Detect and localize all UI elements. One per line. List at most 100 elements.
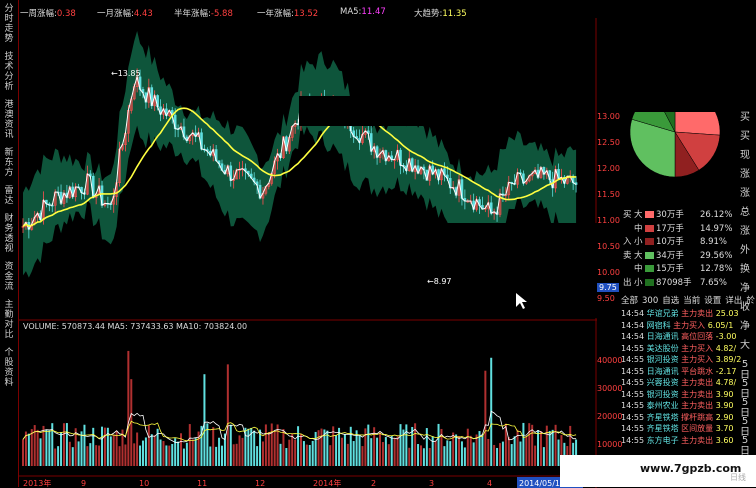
side-strip-label: 涨 (740, 188, 750, 199)
flow-row: 入小 10万手 8.91% (623, 237, 728, 247)
left-tab-6[interactable]: 资金流 (2, 262, 16, 292)
volume-bar (194, 438, 197, 466)
volume-bar (399, 424, 402, 466)
volume-bar (326, 430, 329, 466)
left-tab-1[interactable]: 技术分析 (2, 52, 16, 92)
volume-bar (212, 427, 215, 466)
kline-chart[interactable]: ←13.85 ←8.97 VOLUME: 570873.44 MA5: 737433… (19, 18, 597, 488)
volume-bar (297, 426, 300, 466)
left-tab-8[interactable]: 个股资料 (2, 348, 16, 388)
volume-bar (256, 446, 259, 466)
left-tab-2[interactable]: 港澳资讯 (2, 100, 16, 140)
price-axis-tick: 11.50 (597, 190, 620, 199)
volume-bar (165, 445, 168, 466)
volume-bar (487, 438, 490, 466)
left-tab-3[interactable]: 新东方 (2, 148, 16, 178)
volume-bar (65, 423, 68, 466)
tick-row[interactable]: 14:55 东方电子 主力卖出 3.60 (621, 435, 734, 446)
volume-bar (405, 424, 408, 466)
left-tab-bar: 分时走势技术分析港澳资讯新东方雷达财务透视资金流主勤对比个股资料 (0, 0, 19, 487)
tick-row[interactable]: 14:54 网宿科 主力买入 6.05/1 (621, 320, 733, 331)
tick-toolbar[interactable]: 全部 300 自选 当前 设置 详出於 (621, 294, 756, 306)
volume-axis-tick: 30000 (597, 384, 623, 393)
mask-block (479, 263, 597, 318)
volume-axis-tick: 40000 (597, 356, 623, 365)
volume-bar (460, 441, 463, 466)
volume-bar (118, 446, 121, 466)
tick-row[interactable]: 14:55 兴蓉投资 主力卖出 4.78/ (621, 377, 736, 388)
volume-bar (510, 444, 513, 466)
tick-row[interactable]: 14:54 华谊兄弟 主力卖出 25.03 (621, 308, 739, 319)
volume-bar (80, 431, 83, 466)
price-axis-tick: 12.00 (597, 164, 620, 173)
volume-bar (180, 433, 183, 466)
pie-slice (674, 112, 721, 136)
volume-bar (551, 429, 554, 466)
tick-row[interactable]: 14:55 齐星铁塔 区间放量 3.70 (621, 423, 734, 434)
volume-bar (57, 446, 60, 466)
right-pane: 买大 30万手 26.12% 中 17万手 14.97% 入小 10万手 8.91% 卖大 34万… (597, 0, 756, 487)
side-strip-label: 总 (740, 207, 750, 218)
flow-row: 中 17万手 14.97% (634, 223, 733, 234)
side-strip-label: 净 (740, 283, 750, 294)
volume-bar (247, 428, 250, 466)
top-info-item: MA5:11.47 (340, 7, 386, 17)
watermark-text: www.7gpzb.com (640, 462, 742, 475)
toolbar-item[interactable]: 设置 (704, 296, 721, 306)
volume-bar (329, 445, 332, 466)
volume-bar (343, 433, 346, 466)
volume-axis-tick: 10000 (597, 440, 623, 449)
volume-bar (282, 429, 285, 466)
price-axis-tick: 9.50 (597, 294, 615, 303)
tick-row[interactable]: 14:55 齐星铁塔 撑杆跳高 2.90 (621, 412, 734, 423)
volume-bar (364, 428, 367, 466)
volume-bar (191, 439, 194, 466)
volume-bar (352, 441, 355, 466)
volume-bar (229, 424, 232, 466)
tick-row[interactable]: 14:55 美达股份 主力买入 4.82/ (621, 343, 736, 354)
volume-bar (469, 435, 472, 466)
toolbar-item[interactable]: 全部 (621, 296, 638, 306)
volume-bar (112, 434, 115, 466)
volume-bar (484, 370, 487, 466)
volume-bar (103, 427, 106, 466)
tick-row[interactable]: 14:55 日海通讯 平台跳水 -2.17 (621, 366, 736, 377)
flow-color-chip (645, 278, 654, 286)
volume-bar (496, 447, 499, 466)
left-tab-0[interactable]: 分时走势 (2, 4, 16, 44)
side-strip-label: 收 (740, 302, 750, 313)
volume-bar (98, 445, 101, 466)
volume-bar (300, 433, 302, 466)
volume-bar (71, 447, 74, 466)
volume-bar (238, 435, 241, 466)
volume-bar (370, 438, 373, 466)
toolbar-item[interactable]: 自选 (662, 296, 679, 306)
left-tab-5[interactable]: 财务透视 (2, 214, 16, 254)
volume-bar (493, 444, 496, 466)
volume-bar (525, 436, 528, 466)
tick-row[interactable]: 14:55 银河投资 主力买入 3.89/2 (621, 354, 741, 365)
volume-bar (417, 444, 420, 466)
volume-bar (346, 443, 349, 466)
volume-bar (48, 430, 51, 466)
tick-row[interactable]: 14:55 银河投资 主力卖出 3.90 (621, 389, 734, 400)
volume-bar (475, 434, 478, 466)
volume-bar (261, 441, 264, 466)
volume-bar (340, 437, 343, 466)
toolbar-item[interactable]: 当前 (683, 296, 700, 306)
tick-row[interactable]: 14:55 泰州农业 主力卖出 3.90 (621, 400, 734, 411)
volume-bar (159, 439, 162, 466)
volume-bar (27, 433, 30, 466)
period-tab[interactable]: 日线 (730, 472, 746, 483)
volume-bar (220, 445, 223, 466)
tick-row[interactable]: 14:54 日海通讯 高位回落 -3.00 (621, 331, 736, 342)
left-tab-4[interactable]: 雷达 (2, 186, 16, 206)
left-tab-7[interactable]: 主勤对比 (2, 300, 16, 340)
current-price-tag: 9.75 (597, 283, 619, 292)
max-price-label: ←13.85 (111, 69, 141, 78)
toolbar-item[interactable]: 300 (642, 296, 658, 306)
volume-bar (124, 444, 127, 466)
volume-bar (22, 439, 24, 466)
volume-bar (168, 445, 171, 466)
price-axis-tick: 12.50 (597, 138, 620, 147)
